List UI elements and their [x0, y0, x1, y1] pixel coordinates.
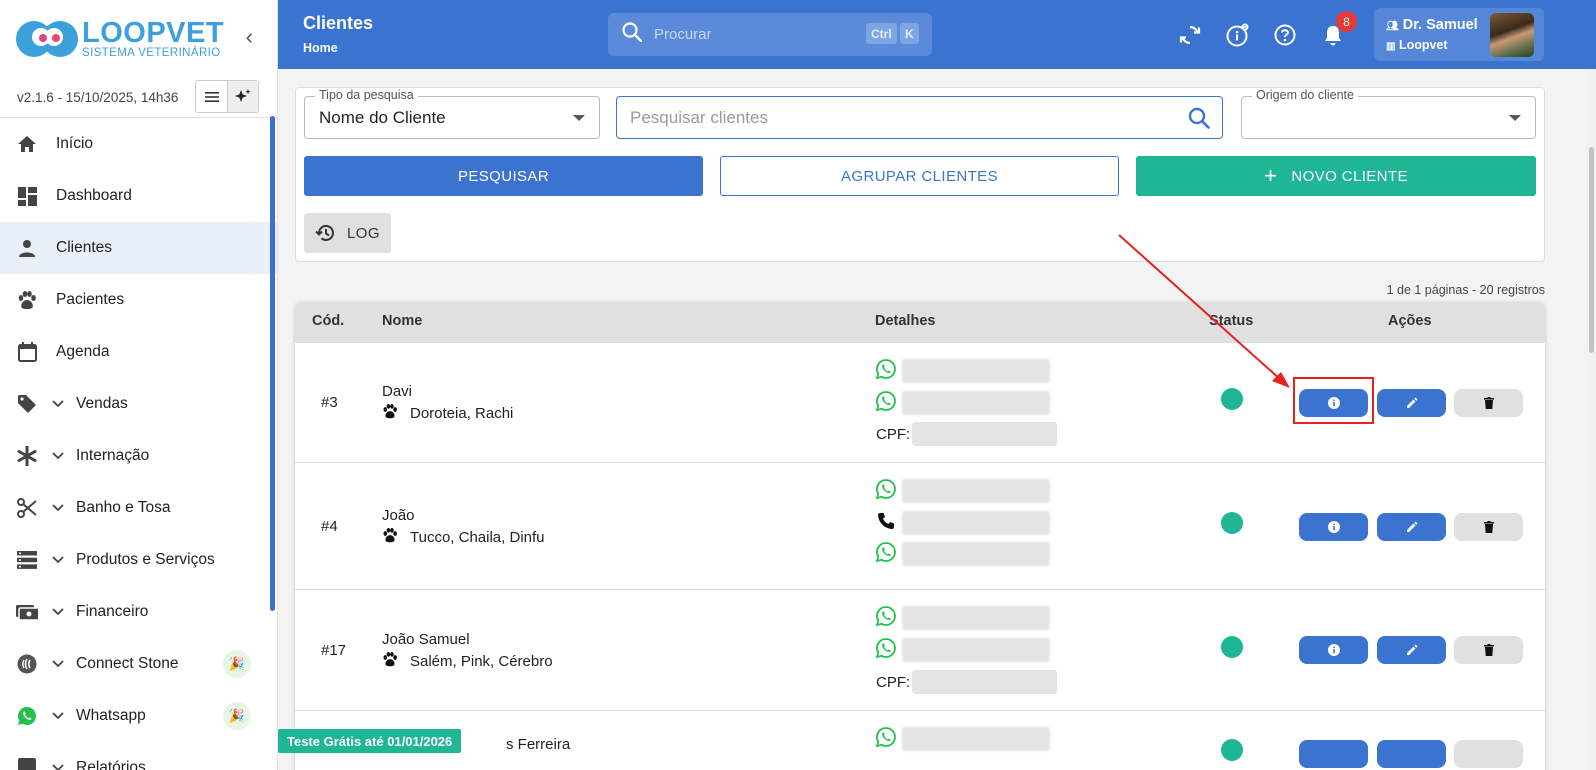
page-scrollbar-thumb[interactable]: [1589, 147, 1594, 353]
annotation-highlight-box: [1293, 377, 1374, 424]
trial-banner[interactable]: Teste Grátis até 01/01/2026: [278, 729, 462, 753]
page-scrollbar-track[interactable]: [1587, 69, 1596, 770]
